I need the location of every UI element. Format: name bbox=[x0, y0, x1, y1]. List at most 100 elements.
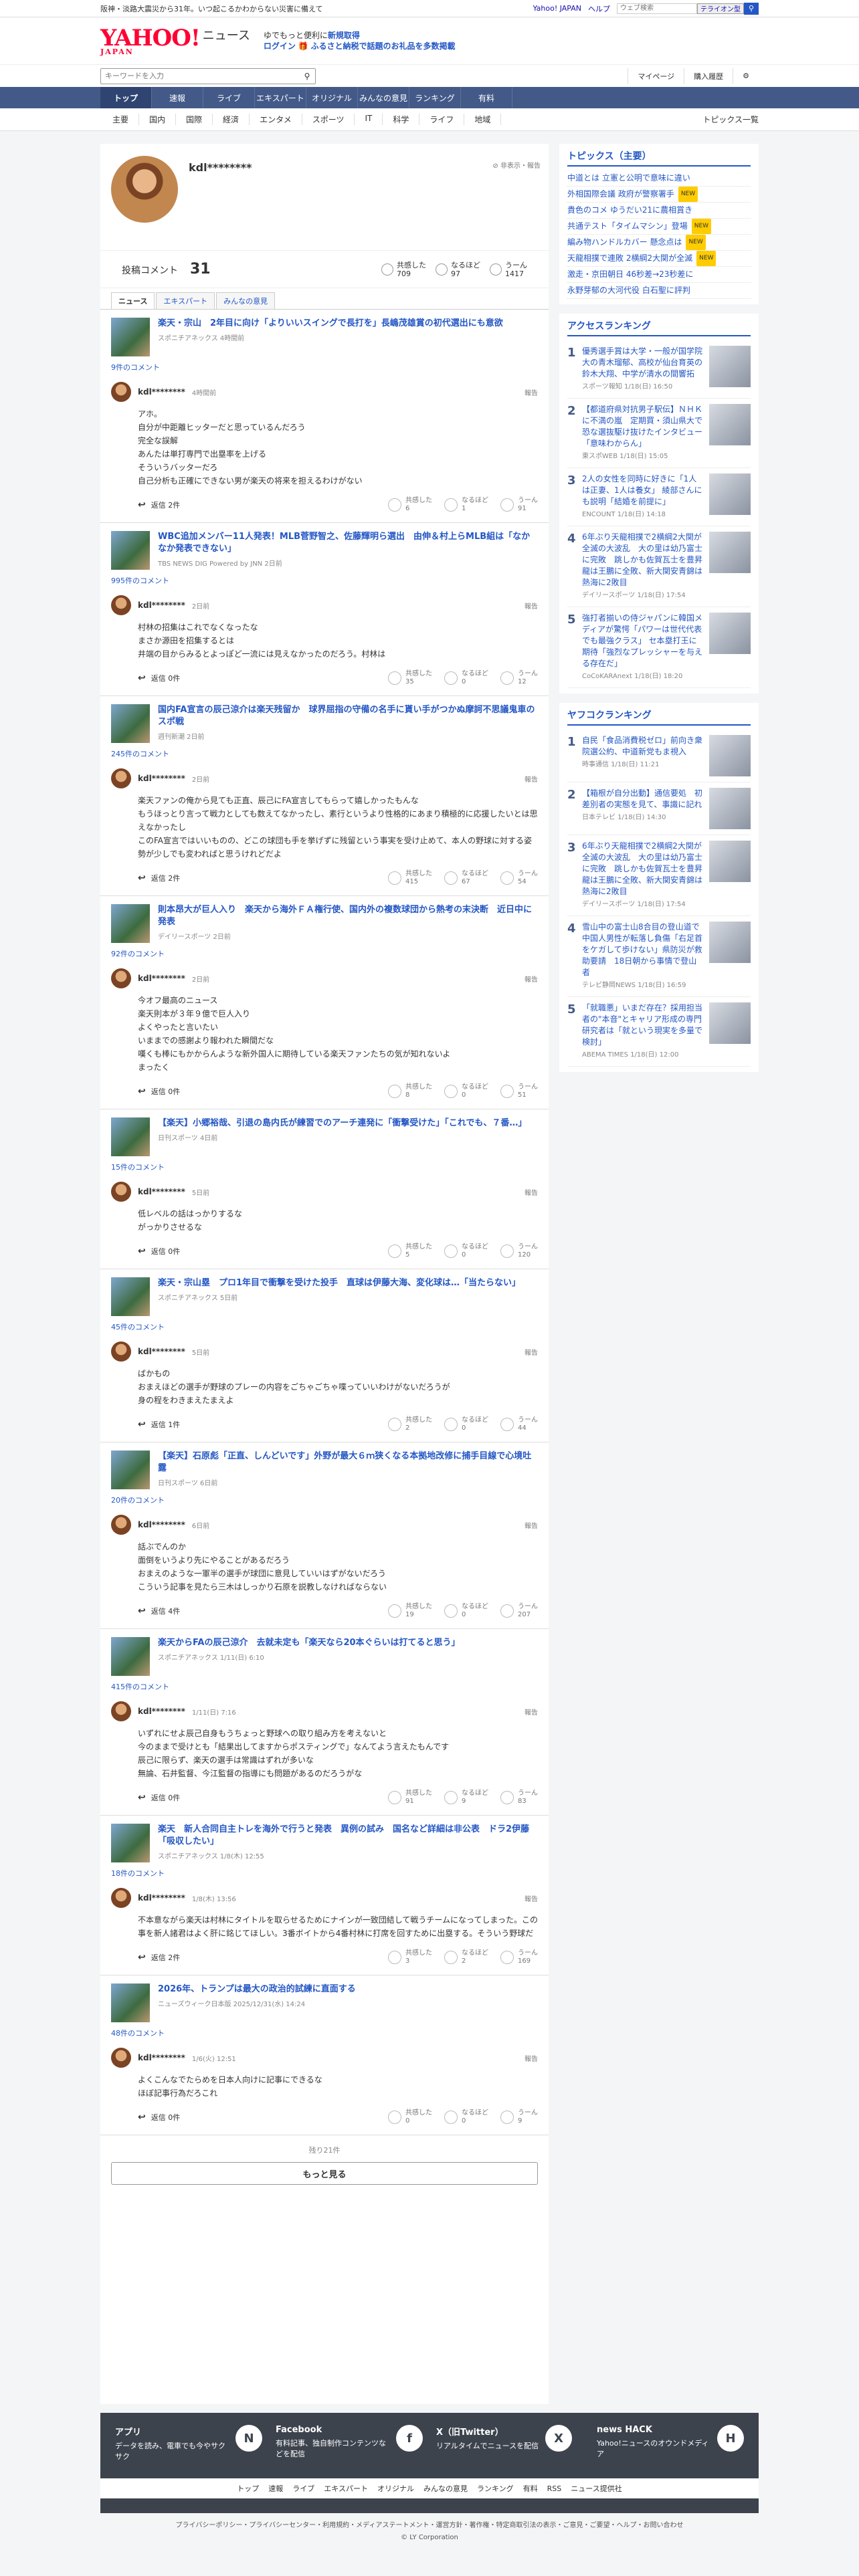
reply-button[interactable]: ↩ 返信 0件 bbox=[138, 1246, 180, 1257]
tab-expert[interactable]: エキスパート bbox=[156, 292, 215, 309]
rank-title-text[interactable]: 自民「食品消費税ゼロ」前向き衆院選公約、中道新党もま視入 bbox=[582, 736, 702, 756]
topic-text[interactable]: 外相国際会議 政府が警察署手 bbox=[567, 187, 674, 202]
comment-count-link[interactable]: 9件のコメント bbox=[111, 356, 538, 378]
article-thumbnail[interactable] bbox=[111, 904, 150, 943]
rank-title[interactable]: 強打者揃いの侍ジャパンに韓国メディアが驚愕「パワーは世代代表でも最強クラス」 セ… bbox=[582, 613, 704, 682]
rank-title-text[interactable]: 強打者揃いの侍ジャパンに韓国メディアが驚愕「パワーは世代代表でも最強クラス」 セ… bbox=[582, 613, 702, 668]
reply-button[interactable]: ↩ 返信 2件 bbox=[138, 500, 180, 510]
footer-app-icon[interactable]: X bbox=[545, 2425, 573, 2452]
topic-text[interactable]: 中道とは 立憲と公明で意味に違い bbox=[567, 171, 690, 186]
article-link[interactable]: 則本昂大が巨人入り 楽天から海外ＦＡ権行使、国内外の複数球団から熱考の末決断 近… bbox=[111, 896, 538, 943]
comment-count-link[interactable]: 995件のコメント bbox=[111, 570, 538, 591]
footer-link[interactable]: 速報 bbox=[268, 2483, 283, 2494]
subnav-item[interactable]: エンタメ bbox=[250, 114, 302, 125]
reaction-uun-button[interactable]: うーん 54 bbox=[500, 870, 538, 886]
report-link[interactable]: 報告 bbox=[524, 1893, 538, 1903]
rank-thumbnail[interactable] bbox=[709, 404, 751, 445]
topic-text[interactable]: 貴色のコメ ゆうだい21に農相賞き bbox=[567, 203, 692, 218]
footer-link[interactable]: みんなの意見 bbox=[423, 2483, 468, 2494]
topic-item[interactable]: 編み物ハンドルカバー 懸念点は NEW bbox=[567, 235, 751, 251]
furusato-link[interactable]: ふるさと納税で話題のお礼品を多数掲載 bbox=[311, 41, 456, 51]
reaction-uun-button[interactable]: うーん 51 bbox=[500, 1083, 538, 1099]
article-thumbnail[interactable] bbox=[111, 1451, 150, 1489]
report-link[interactable]: ⊘ 非表示・報告 bbox=[492, 160, 541, 170]
subnav-item[interactable]: 国際 bbox=[176, 114, 213, 125]
login-link[interactable]: ログイン bbox=[264, 41, 296, 51]
article-title[interactable]: 2026年、トランプは最大の政治的試練に直面する bbox=[158, 1983, 356, 1996]
footer-app-link[interactable]: アプリ データを読み、電車でも今やサクサク N bbox=[115, 2425, 262, 2466]
keyword-input[interactable] bbox=[101, 69, 299, 83]
subnav-item[interactable]: 地域 bbox=[464, 114, 502, 125]
reaction-naruhodo-button[interactable]: なるほど 0 bbox=[444, 1416, 488, 1432]
reply-button[interactable]: ↩ 返信 0件 bbox=[138, 673, 180, 683]
rank-title-text[interactable]: 「就職悪」いまだ存在？採用担当者の"本音"とキャリア形成の専門研究者は「就という… bbox=[582, 1003, 702, 1047]
rank-title[interactable]: 【都道府県対抗男子駅伝】ＮＨＫに不満の嵐 定期買・須山県大で恐な選抜駆け抜けたイ… bbox=[582, 404, 704, 462]
help-link[interactable]: ヘルプ bbox=[588, 3, 610, 14]
article-title[interactable]: 【楽天】石原彪「正直、しんどいです」外野が最大６ｍ狭くなる本拠地改修に捕手目線で… bbox=[158, 1451, 538, 1475]
reply-button[interactable]: ↩ 返信 0件 bbox=[138, 1792, 180, 1803]
reaction-naruhodo-button[interactable]: なるほど 67 bbox=[444, 870, 488, 886]
topic-item[interactable]: 貴色のコメ ゆうだい21に農相賞き bbox=[567, 203, 751, 219]
gear-icon[interactable]: ⚙ bbox=[733, 68, 759, 84]
topic-item[interactable]: 外相国際会議 政府が警察署手 NEW bbox=[567, 187, 751, 203]
reaction-empathy-button[interactable]: 共感した 6 bbox=[388, 497, 432, 513]
reaction-naruhodo-button[interactable]: なるほど 0 bbox=[444, 2109, 488, 2125]
article-thumbnail[interactable] bbox=[111, 704, 150, 743]
rank-title-text[interactable]: 雪山中の富士山8合目の登山道で中国人男性が転落し負傷「右足首をケガして歩けない」… bbox=[582, 922, 702, 977]
nav-ranking[interactable]: ランキング bbox=[409, 87, 461, 108]
reaction-empathy-button[interactable]: 共感した 5 bbox=[388, 1243, 432, 1259]
yahoo-logo[interactable]: YAHOO! JAPAN bbox=[100, 27, 201, 56]
rank-title-text[interactable]: 6年ぶり天龍相撲で2横綱2大関が全滅の大波乱 大の里は幼乃富士に完敗 跳しかも佐… bbox=[582, 841, 702, 896]
reaction-uun-button[interactable]: うーん 91 bbox=[500, 497, 538, 513]
footer-app-icon[interactable]: f bbox=[396, 2425, 423, 2452]
report-link[interactable]: 報告 bbox=[524, 1707, 538, 1717]
top-news-link[interactable]: 阪神・淡路大震災から31年。いつ起こるかわからない災害に備えて bbox=[100, 3, 322, 14]
reaction-uun-button[interactable]: うーん 44 bbox=[500, 1416, 538, 1432]
ranking-item[interactable]: 5 強打者揃いの侍ジャパンに韓国メディアが驚愕「パワーは世代代表でも最強クラス」 … bbox=[567, 607, 751, 688]
reply-button[interactable]: ↩ 返信 2件 bbox=[138, 873, 180, 883]
rank-title[interactable]: 「就職悪」いまだ存在？採用担当者の"本音"とキャリア形成の専門研究者は「就という… bbox=[582, 1002, 704, 1061]
nav-flash[interactable]: 速報 bbox=[152, 87, 203, 108]
rank-thumbnail[interactable] bbox=[709, 1002, 751, 1044]
reaction-naruhodo-button[interactable]: なるほど 0 bbox=[444, 1243, 488, 1259]
reaction-empathy-button[interactable]: 共感した 0 bbox=[388, 2109, 432, 2125]
comment-count-link[interactable]: 20件のコメント bbox=[111, 1489, 538, 1511]
reply-button[interactable]: ↩ 返信 0件 bbox=[138, 2112, 180, 2123]
footer-app-link[interactable]: news HACK Yahoo!ニュースのオウンドメディア H bbox=[597, 2425, 744, 2466]
signup-link[interactable]: 新規取得 bbox=[328, 31, 360, 40]
rank-thumbnail[interactable] bbox=[709, 922, 751, 963]
reaction-empathy-button[interactable]: 共感した 2 bbox=[388, 1416, 432, 1432]
rank-title[interactable]: 6年ぶり天龍相撲で2横綱2大関が全滅の大波乱 大の里は幼乃富士に完敗 跳しかも佐… bbox=[582, 532, 704, 601]
reaction-naruhodo-button[interactable]: なるほど 0 bbox=[444, 1603, 488, 1619]
reaction-uun-button[interactable]: うーん 207 bbox=[500, 1603, 538, 1619]
rank-thumbnail[interactable] bbox=[709, 532, 751, 573]
comment-count-link[interactable]: 415件のコメント bbox=[111, 1676, 538, 1697]
topic-item[interactable]: 共通テスト「タイムマシン」登場 NEW bbox=[567, 219, 751, 235]
subnav-item[interactable]: スポーツ bbox=[302, 114, 355, 125]
report-link[interactable]: 報告 bbox=[524, 1347, 538, 1357]
article-thumbnail[interactable] bbox=[111, 318, 150, 356]
rank-title[interactable]: 雪山中の富士山8合目の登山道で中国人男性が転落し負傷「右足首をケガして歩けない」… bbox=[582, 922, 704, 991]
ranking-item[interactable]: 4 6年ぶり天龍相撲で2横綱2大関が全滅の大波乱 大の里は幼乃富士に完敗 跳しかも… bbox=[567, 526, 751, 607]
topic-text[interactable]: 永野芽郁の大河代役 白石聖に評判 bbox=[567, 283, 690, 298]
footer-app-icon[interactable]: N bbox=[235, 2425, 262, 2452]
rank-title-text[interactable]: 優秀選手賞は大学・一般が国学院大の青木瑠郁、高校が仙台育英の鈴木大翔、中学が清水… bbox=[582, 346, 702, 379]
reaction-empathy-button[interactable]: 共感した 35 bbox=[388, 670, 432, 686]
reaction-uun-button[interactable]: うーん 169 bbox=[500, 1949, 538, 1965]
report-link[interactable]: 報告 bbox=[524, 1187, 538, 1197]
nav-expert[interactable]: エキスパート bbox=[255, 87, 306, 108]
ranking-item[interactable]: 3 2人の女性を同時に好きに「1人は正妻、1人は養女」 綾部さんにも説明「結婚を前… bbox=[567, 468, 751, 526]
nav-paid[interactable]: 有料 bbox=[461, 87, 512, 108]
topics-list-link[interactable]: トピックス一覧 bbox=[702, 114, 759, 125]
ranking-item[interactable]: 1 優秀選手賞は大学・一般が国学院大の青木瑠郁、高校が仙台育英の鈴木大翔、中学が清… bbox=[567, 340, 751, 399]
report-link[interactable]: 報告 bbox=[524, 387, 538, 397]
article-link[interactable]: WBC追加メンバー11人発表！MLB菅野智之、佐藤輝明ら選出 由伸＆村上らMLB… bbox=[111, 523, 538, 570]
article-title[interactable]: 楽天からFAの辰己涼介 去就未定も「楽天なら20本ぐらいは打てると思う」 bbox=[158, 1637, 460, 1649]
reply-button[interactable]: ↩ 返信 4件 bbox=[138, 1606, 180, 1616]
rank-title-text[interactable]: 2人の女性を同時に好きに「1人は正妻、1人は養女」 綾部さんにも説明「結婚を前提… bbox=[582, 474, 702, 506]
ranking-item[interactable]: 2 【都道府県対抗男子駅伝】ＮＨＫに不満の嵐 定期買・須山県大で恐な選抜駆け抜けた… bbox=[567, 399, 751, 468]
mypage-link[interactable]: マイページ bbox=[628, 68, 684, 84]
reply-button[interactable]: ↩ 返信 2件 bbox=[138, 1952, 180, 1963]
article-link[interactable]: 楽天・宗山塁 プロ1年目で衝撃を受けた投手 直球は伊藤大海、変化球は…「当たらな… bbox=[111, 1269, 538, 1316]
reaction-naruhodo-button[interactable]: なるほど 0 bbox=[444, 1083, 488, 1099]
